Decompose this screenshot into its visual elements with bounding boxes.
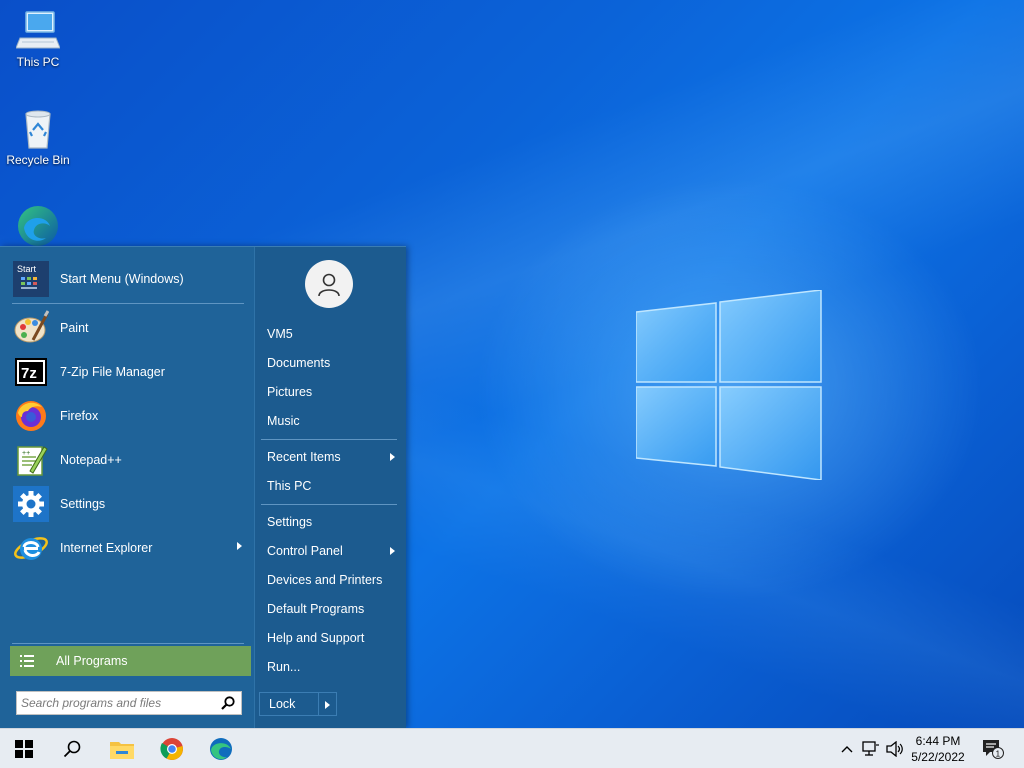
show-hidden-icons-button[interactable] [838, 729, 856, 768]
paint-icon [12, 309, 50, 347]
program-notepadpp[interactable]: ++ Notepad++ [12, 440, 248, 480]
search-box[interactable] [16, 691, 242, 715]
program-label: Start Menu (Windows) [60, 272, 184, 286]
windows-start-icon [15, 740, 33, 758]
svg-text:Start: Start [17, 264, 37, 274]
start-button[interactable] [0, 729, 48, 768]
menu-item-pictures[interactable]: Pictures [267, 382, 397, 402]
menu-item-control-panel[interactable]: Control Panel [267, 541, 397, 561]
program-internet-explorer[interactable]: Internet Explorer [12, 528, 248, 568]
all-programs-button[interactable]: All Programs [10, 646, 251, 676]
lock-label: Lock [269, 697, 296, 711]
menu-item-this-pc[interactable]: This PC [267, 476, 397, 496]
notepadpp-icon: ++ [12, 441, 50, 479]
all-programs-label: All Programs [56, 654, 128, 668]
this-pc-icon [16, 11, 60, 49]
firefox-icon [12, 397, 50, 435]
menu-item-default-programs[interactable]: Default Programs [267, 599, 397, 619]
program-firefox[interactable]: Firefox [12, 396, 248, 436]
separator [12, 643, 244, 644]
menu-item-label: Recent Items [267, 450, 341, 464]
taskbar: 6:44 PM 5/22/2022 1 [0, 728, 1024, 768]
program-label: Settings [60, 497, 106, 511]
speaker-icon [886, 741, 903, 757]
menu-item-help-support[interactable]: Help and Support [267, 628, 397, 648]
taskbar-search-button[interactable] [48, 729, 96, 768]
edge-icon [18, 206, 58, 246]
program-settings[interactable]: Settings [12, 484, 248, 524]
menu-item-settings[interactable]: Settings [267, 512, 397, 532]
program-label: 7-Zip File Manager [60, 365, 165, 379]
network-button[interactable] [860, 729, 882, 768]
desktop-icon-edge[interactable] [0, 204, 76, 251]
windows-wallpaper-logo [636, 290, 822, 480]
file-explorer-icon [110, 742, 134, 759]
program-label: Notepad++ [60, 453, 122, 467]
search-icon[interactable] [221, 696, 235, 710]
submenu-arrow-icon [390, 547, 395, 555]
svg-text:++: ++ [22, 450, 30, 457]
menu-item-user[interactable]: VM5 [267, 324, 397, 344]
taskbar-clock[interactable]: 6:44 PM 5/22/2022 [905, 733, 971, 765]
separator [12, 303, 244, 304]
taskbar-edge[interactable] [197, 729, 245, 768]
desktop-icon-this-pc[interactable]: This PC [0, 8, 76, 69]
start-menu-app-icon: Start [12, 260, 50, 298]
program-label: Firefox [60, 409, 99, 423]
start-menu-programs-pane: Start Start Menu (Windows) Paint 7z 7-Zi… [0, 247, 254, 729]
lock-button[interactable]: Lock [259, 692, 337, 716]
clock-time: 6:44 PM [915, 734, 961, 748]
clock-date: 5/22/2022 [911, 750, 965, 764]
lock-options-arrow-icon[interactable] [325, 701, 330, 709]
start-menu: Start Start Menu (Windows) Paint 7z 7-Zi… [0, 246, 406, 729]
edge-icon [210, 738, 232, 760]
menu-item-devices-printers[interactable]: Devices and Printers [267, 570, 397, 590]
volume-button[interactable] [884, 729, 906, 768]
menu-item-documents[interactable]: Documents [267, 353, 397, 373]
start-menu-places-pane: VM5 Documents Pictures Music Recent Item… [254, 247, 406, 729]
svg-text:7z: 7z [21, 365, 37, 382]
desktop-icon-label: Recycle Bin [6, 153, 70, 167]
recycle-bin-icon [25, 110, 51, 149]
search-icon [63, 740, 81, 758]
svg-text:1: 1 [996, 750, 1001, 759]
user-icon [318, 273, 340, 297]
list-icon [20, 655, 34, 667]
desktop-icon-label: This PC [16, 55, 60, 69]
menu-item-recent-items[interactable]: Recent Items [267, 447, 397, 467]
desktop-icon-recycle-bin[interactable]: Recycle Bin [0, 106, 76, 167]
7zip-icon: 7z [12, 353, 50, 391]
program-label: Internet Explorer [60, 541, 153, 555]
notification-center-button[interactable]: 1 [978, 729, 1008, 768]
chrome-icon [160, 738, 183, 760]
submenu-arrow-icon [390, 453, 395, 461]
taskbar-file-explorer[interactable] [98, 729, 146, 768]
internet-explorer-icon [12, 529, 50, 567]
program-start-menu-windows[interactable]: Start Start Menu (Windows) [12, 259, 248, 299]
menu-item-run[interactable]: Run... [267, 657, 397, 677]
search-input[interactable] [21, 693, 217, 713]
settings-gear-icon [12, 485, 50, 523]
program-paint[interactable]: Paint [12, 308, 248, 348]
submenu-arrow-icon [237, 542, 242, 550]
program-label: Paint [60, 321, 89, 335]
separator [261, 504, 397, 505]
separator [261, 439, 397, 440]
notification-icon: 1 [983, 740, 1004, 759]
program-7zip[interactable]: 7z 7-Zip File Manager [12, 352, 248, 392]
user-avatar[interactable] [305, 260, 353, 308]
network-icon [862, 741, 879, 756]
menu-item-music[interactable]: Music [267, 411, 397, 431]
menu-item-label: Control Panel [267, 544, 343, 558]
lock-split-divider [318, 693, 319, 715]
chevron-up-icon [841, 746, 853, 753]
taskbar-chrome[interactable] [148, 729, 196, 768]
